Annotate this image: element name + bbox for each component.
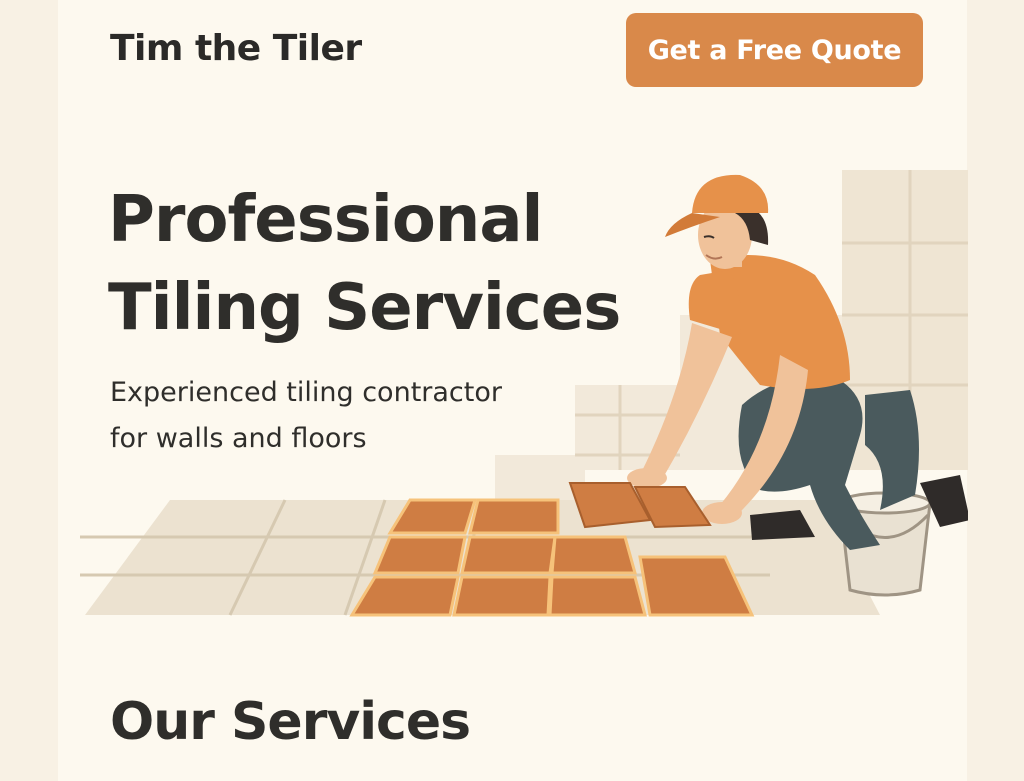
services-section-title: Our Services — [110, 692, 471, 752]
hero-title: Professional Tiling Services — [108, 176, 621, 352]
hero-title-line2: Tiling Services — [108, 271, 621, 345]
hero-subtitle: Experienced tiling contractor for walls … — [110, 370, 502, 462]
hero-subtitle-line1: Experienced tiling contractor — [110, 377, 502, 408]
hero-title-line1: Professional — [108, 183, 543, 257]
get-free-quote-button[interactable]: Get a Free Quote — [626, 13, 923, 87]
brand-logo-text[interactable]: Tim the Tiler — [110, 28, 362, 69]
hero-subtitle-line2: for walls and floors — [110, 423, 367, 454]
